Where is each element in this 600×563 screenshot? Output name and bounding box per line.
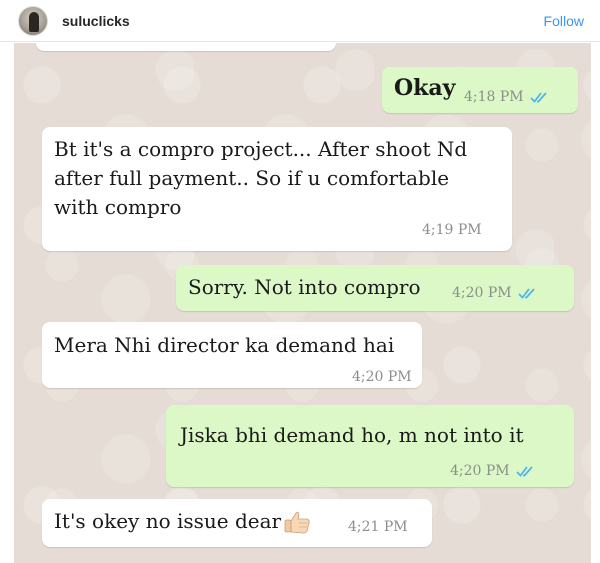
message-meta: 4;18 PM <box>464 89 550 105</box>
message-meta: 4;19 PM <box>422 222 482 238</box>
avatar[interactable] <box>18 5 48 36</box>
chat-screenshot: Okay 4;18 PM Bt it's a compro project...… <box>14 43 591 563</box>
message-bubble-outgoing: Jiska bhi demand ho, m not into it 4;20 … <box>166 405 574 487</box>
message-time: 4;20 PM <box>352 369 412 385</box>
follow-button[interactable]: Follow <box>544 13 584 29</box>
post-header: suluclicks Follow <box>0 0 600 42</box>
avatar-figure <box>29 11 39 32</box>
message-text: Bt it's a compro project... After shoot … <box>54 137 468 219</box>
double-check-blue-icon <box>518 288 535 299</box>
message-text: Mera Nhi director ka demand hai <box>54 333 395 357</box>
message-text-row: It's okey no issue dear <box>54 507 311 536</box>
double-check-blue-icon <box>530 92 547 103</box>
message-time: 4;21 PM <box>348 519 408 535</box>
message-text: Okay <box>394 75 456 101</box>
message-text: Jiska bhi demand ho, m not into it <box>180 423 524 447</box>
message-bubble-partial <box>36 43 336 51</box>
message-bubble-incoming: It's okey no issue dear 4;21 PM <box>42 499 432 547</box>
username[interactable]: suluclicks <box>62 13 130 29</box>
double-check-blue-icon <box>516 466 533 477</box>
message-bubble-outgoing: Sorry. Not into compro 4;20 PM <box>176 265 574 311</box>
message-bubble-outgoing: Okay 4;18 PM <box>382 67 578 113</box>
thumbs-up-icon <box>284 511 310 533</box>
message-text: Sorry. Not into compro <box>188 275 421 299</box>
message-bubble-incoming: Bt it's a compro project... After shoot … <box>42 127 512 251</box>
message-time: 4;18 PM <box>464 89 524 105</box>
message-meta: 4;20 PM <box>352 369 412 385</box>
message-time: 4;20 PM <box>450 463 510 479</box>
message-text: It's okey no issue dear <box>54 509 282 533</box>
message-meta: 4;20 PM <box>452 285 538 301</box>
message-time: 4;19 PM <box>422 222 482 238</box>
message-bubble-incoming: Mera Nhi director ka demand hai 4;20 PM <box>42 322 422 388</box>
message-meta: 4;21 PM <box>348 519 408 535</box>
message-meta: 4;20 PM <box>450 463 536 479</box>
message-time: 4;20 PM <box>452 285 512 301</box>
